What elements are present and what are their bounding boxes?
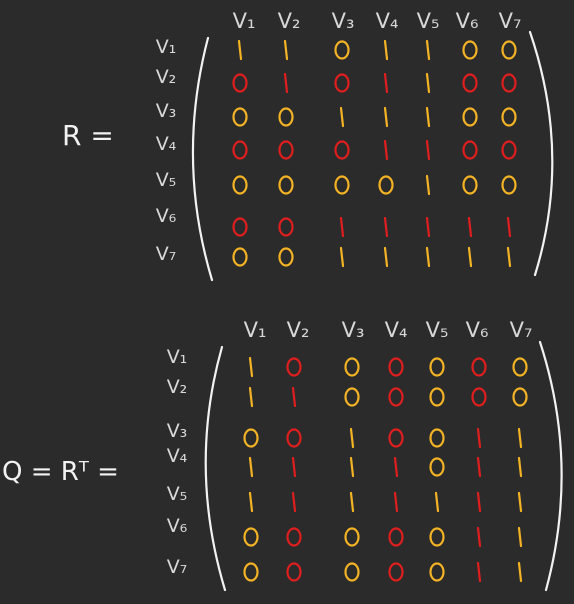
matrix-r-label: R = [62,119,114,152]
matrix-q-col-label: V₄ [385,318,408,342]
matrix-q-row-label: V₂ [167,376,188,398]
matrix-r-row-label: V₂ [156,66,177,88]
matrices-canvas: R = V₁ V₂ V₃ V₄ V₅ V₆ V₇ V₁ V₂ V₃ V₄ V₅ … [0,0,574,604]
matrix-q-row-label: V₆ [167,515,188,537]
matrix-q-col-label: V₂ [287,318,310,342]
matrix-r-row-label: V₃ [156,100,177,122]
matrix-q-col-label: V₁ [244,318,267,342]
matrix-r-col-label: V₃ [332,9,355,33]
matrix-q-col-label: V₇ [510,318,533,342]
matrix-q-col-label: V₆ [466,318,489,342]
matrix-r-row-label: V₄ [156,133,177,155]
matrix-q-row-label: V₄ [167,445,188,467]
matrix-q-row-label: V₅ [167,483,188,505]
matrix-r-row-label: V₅ [156,169,177,191]
matrix-r-row-label: V₁ [156,36,177,58]
matrix-r-col-label: V₁ [233,9,256,33]
matrix-q-row-label: V₃ [167,420,188,442]
matrix-r-col-label: V₄ [376,9,399,33]
matrix-q-row-label: V₇ [167,556,188,578]
matrix-r-col-label: V₇ [499,9,522,33]
matrix-r-col-label: V₂ [278,9,301,33]
matrix-q-row-label: V₁ [167,346,188,368]
matrix-q-col-label: V₃ [342,318,365,342]
matrix-r-row-label: V₆ [156,205,177,227]
matrix-r-col-label: V₅ [417,9,440,33]
matrix-r-col-label: V₆ [456,9,479,33]
matrix-r-row-label: V₇ [156,243,177,265]
matrix-q-label: Q = Rᵀ = [2,457,119,487]
matrix-q-col-label: V₅ [426,318,449,342]
